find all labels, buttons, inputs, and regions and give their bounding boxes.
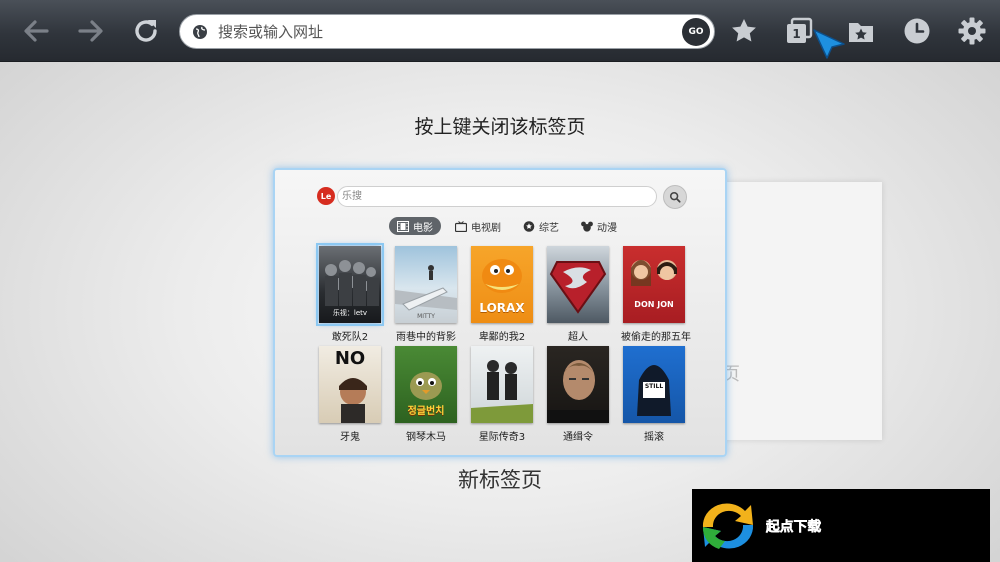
svg-text:1: 1 (792, 27, 800, 41)
mouse-ears-icon (581, 221, 593, 232)
tab-tv-series-label: 电视剧 (471, 222, 501, 234)
movie-item[interactable]: 超人 (545, 246, 611, 343)
le-logo: Le (317, 187, 335, 205)
star-circle-icon (523, 220, 535, 232)
movie-poster: 정글번치 (395, 346, 457, 423)
close-tab-hint: 按上键关闭该标签页 (414, 116, 586, 138)
le-search-input[interactable]: 乐搜 (337, 186, 657, 207)
poster-caption: LORAX (479, 301, 525, 315)
qidian-watermark-text: 起点下载 (765, 517, 822, 535)
settings-button[interactable] (954, 13, 990, 49)
movie-title: 被偷走的那五年 (621, 332, 691, 343)
tab-variety[interactable]: 综艺 (515, 217, 567, 235)
refresh-icon (135, 20, 157, 42)
movie-item[interactable]: 乐视：letv 敢死队2 (316, 243, 384, 343)
background-tab-preview[interactable] (700, 182, 882, 440)
tab-tv-series[interactable]: 电视剧 (447, 217, 509, 235)
movie-title: 钢琴木马 (406, 432, 446, 443)
clock-icon (904, 18, 930, 44)
movie-poster (547, 346, 609, 423)
gear-icon (958, 17, 986, 45)
search-icon (669, 191, 681, 203)
pointer-cursor-icon (813, 29, 845, 59)
le-search-row: Le 乐搜 (317, 185, 687, 209)
poster-caption: NO (334, 348, 366, 369)
tab-anime-label: 动漫 (597, 222, 617, 234)
movie-poster: DON JON (623, 246, 685, 323)
address-input[interactable] (218, 22, 658, 41)
movie-item[interactable]: 通缉令 (545, 346, 611, 443)
bookmark-button[interactable] (726, 13, 762, 49)
star-icon (732, 19, 756, 42)
movie-item[interactable]: NO 牙鬼 (317, 346, 383, 443)
movie-item[interactable]: MITTY 雨巷中的背影 (393, 246, 459, 343)
back-button[interactable] (18, 13, 54, 49)
movie-item[interactable]: STILL 摇滚 (621, 346, 687, 443)
tab-movies[interactable]: 电影 (389, 217, 441, 235)
forward-button[interactable] (73, 13, 109, 49)
movie-poster (471, 346, 533, 423)
movie-poster: LORAX (471, 246, 533, 323)
browser-toolbar: GO 1 (0, 0, 1000, 62)
movie-item[interactable]: LORAX 卑鄙的我2 (469, 246, 535, 343)
movie-poster (547, 246, 609, 323)
movie-title: 通缉令 (563, 432, 593, 443)
svg-text:起点下载: 起点下载 (765, 518, 821, 535)
category-tabs: 电影 电视剧 综艺 动漫 (389, 217, 631, 235)
qidian-logo-icon (702, 502, 754, 549)
poster-caption: 정글번치 (407, 406, 445, 417)
movie-title: 摇滚 (644, 432, 664, 443)
movie-title: 星际传奇3 (478, 432, 526, 443)
movie-title: 牙鬼 (340, 432, 360, 443)
folder-star-icon (849, 23, 873, 42)
movie-title: 敢死队2 (331, 332, 369, 343)
movie-poster: 乐视：letv (316, 243, 384, 326)
favorites-folder-button[interactable] (843, 13, 879, 49)
poster-caption: DON JON (634, 300, 674, 309)
film-icon (397, 220, 409, 232)
movie-poster: MITTY (395, 246, 457, 323)
tab-movies-label: 电影 (413, 222, 433, 234)
arrow-left-icon (24, 20, 49, 42)
poster-caption: 乐视：letv (332, 309, 368, 317)
address-bar[interactable]: GO (179, 14, 715, 49)
movie-title: 卑鄙的我2 (478, 332, 526, 343)
arrow-right-icon (78, 20, 103, 42)
movie-title: 雨巷中的背影 (396, 332, 456, 343)
refresh-button[interactable] (128, 13, 164, 49)
qidian-watermark: 起点下载 (692, 489, 990, 562)
le-search-button[interactable] (663, 185, 687, 209)
movie-poster: STILL (623, 346, 685, 423)
movie-poster: NO (319, 346, 381, 423)
movie-item[interactable]: 정글번치 钢琴木马 (393, 346, 459, 443)
tabs-icon: 1 (787, 17, 813, 43)
movie-title: 超人 (568, 332, 588, 343)
go-button[interactable]: GO (682, 18, 710, 46)
history-button[interactable] (899, 13, 935, 49)
globe-icon (193, 24, 207, 39)
movie-item[interactable]: DON JON 被偷走的那五年 (621, 246, 691, 343)
tab-anime[interactable]: 动漫 (573, 217, 625, 235)
poster-caption: MITTY (417, 313, 435, 320)
new-tab-preview[interactable]: Le 乐搜 电影 电视剧 综艺 动漫 乐视：letv 敢死队2 MITTY 雨巷… (273, 168, 727, 457)
movie-item[interactable]: 星际传奇3 (469, 346, 535, 443)
tv-icon (455, 220, 467, 232)
poster-caption: STILL (644, 383, 664, 390)
tab-variety-label: 综艺 (539, 222, 559, 234)
